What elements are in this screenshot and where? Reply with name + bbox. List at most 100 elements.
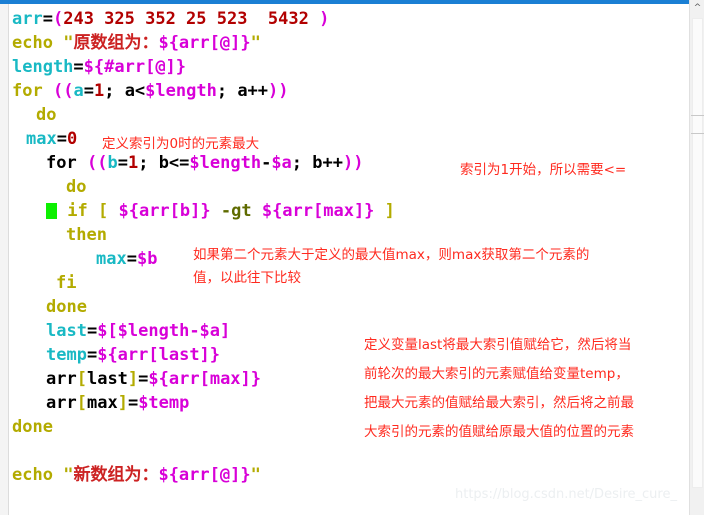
- annotation-if-compare-line1: 如果第二个元素大于定义的最大值max，则max获取第二个元素的: [193, 247, 590, 263]
- token-expansion: ${arr[last]}: [97, 345, 221, 365]
- token-variable: temp: [46, 345, 87, 365]
- token-paren-open: (: [52, 9, 64, 29]
- token-variable: max: [26, 129, 57, 149]
- code-line-17: arr[max]=$temp: [46, 394, 189, 412]
- vertical-scrollbar[interactable]: ^: [689, 0, 704, 515]
- token-var-ref: $b: [136, 249, 158, 269]
- annotation-swap-line2: 前轮次的最大索引的元素赋值给变量temp，: [364, 366, 629, 382]
- token-arith-open: ((: [86, 153, 108, 173]
- token-sep: ;: [138, 153, 159, 173]
- token-number: 1: [93, 81, 105, 101]
- token-index: last: [86, 369, 128, 389]
- editor-gutter: [0, 4, 9, 515]
- token-array-name: arr: [46, 369, 77, 389]
- token-string-cn: 新数组为：: [73, 465, 159, 485]
- annotation-swap-line4: 大索引的元素的值赋给原最大值的位置的元素: [364, 424, 634, 440]
- token-increment: b++: [312, 153, 343, 173]
- token-variable: arr: [12, 9, 43, 29]
- code-line-9: if [ ${arr[b]} -gt ${arr[max]} ]: [46, 202, 395, 220]
- token-sep: ;: [104, 81, 125, 101]
- token-number: 0: [66, 129, 78, 149]
- token-operator: =: [86, 345, 98, 365]
- token-keyword-echo: echo: [12, 465, 53, 485]
- token-var-ref: $length: [189, 153, 262, 173]
- token-loop-var: a: [73, 81, 84, 101]
- annotation-swap-line3: 把最大元素的值赋给最大索引，然后将之前最: [364, 395, 634, 411]
- token-array-values: 243 325 352 25 523 5432: [63, 9, 320, 29]
- token-increment: a++: [237, 81, 269, 101]
- token-condition: b<=: [158, 153, 190, 173]
- token-quote-close: ": [250, 465, 261, 485]
- token-expansion: ${arr[max]}: [148, 369, 262, 389]
- token-condition: a<: [124, 81, 146, 101]
- code-line-5: do: [36, 106, 56, 124]
- token-keyword-done: done: [12, 417, 53, 437]
- token-operator: =: [86, 321, 98, 341]
- code-line-16: arr[last]=${arr[max]}: [46, 370, 261, 388]
- token-arith-expansion: $[$length-$a]: [97, 321, 231, 341]
- token-keyword-then: then: [66, 225, 107, 245]
- token-bracket-open: [: [76, 369, 87, 389]
- token-number: 1: [127, 153, 139, 173]
- token-operator: =: [127, 393, 139, 413]
- token-keyword-for: for: [46, 153, 77, 173]
- chevron-up-icon[interactable]: ^: [690, 0, 704, 16]
- token-operator: =: [83, 81, 94, 101]
- token-variable: max: [96, 249, 127, 269]
- token-quote-open: ": [63, 33, 74, 53]
- code-line-11: max=$b: [96, 250, 157, 268]
- token-test-open: [: [97, 201, 109, 221]
- annotation-index-start: 索引为1开始，所以需要<=: [460, 162, 627, 178]
- code-line-20: echo "新数组为：${arr[@]}": [12, 466, 261, 484]
- token-keyword-do: do: [36, 105, 57, 125]
- token-keyword-done: done: [46, 297, 87, 317]
- token-keyword-echo: echo: [12, 33, 53, 53]
- token-paren-close: ): [319, 9, 330, 29]
- annotation-max-init: 定义索引为0时的元素最大: [102, 136, 260, 152]
- token-variable: last: [46, 321, 87, 341]
- annotation-if-compare-line2: 值，以此往下比较: [193, 270, 301, 286]
- token-bracket-close: ]: [117, 393, 128, 413]
- code-line-15: temp=${arr[last]}: [46, 346, 220, 364]
- token-expansion: ${arr[@]}: [158, 33, 251, 53]
- token-sep: ;: [291, 153, 313, 173]
- token-keyword-for: for: [12, 81, 43, 101]
- token-keyword-fi: fi: [56, 273, 77, 293]
- code-line-4: for ((a=1; a<$length; a++)): [12, 82, 289, 100]
- code-line-2: echo "原数组为：${arr[@]}": [12, 34, 261, 52]
- token-bracket-open: [: [76, 393, 87, 413]
- code-content[interactable]: arr=(243 325 352 25 523 5432 ) echo "原数组…: [10, 4, 689, 515]
- token-loop-var: b: [107, 153, 118, 173]
- code-line-6: max=0: [26, 130, 77, 148]
- token-expansion-right: ${arr[max]}: [261, 201, 375, 221]
- token-quote-open: ": [63, 465, 74, 485]
- token-arith-close: )): [343, 153, 364, 173]
- scrollbar-tick: [691, 133, 704, 134]
- annotation-swap-line1: 定义变量last将最大索引值赋给它，然后将当: [364, 337, 632, 353]
- code-editor-window: arr=(243 325 352 25 523 5432 ) echo "原数组…: [0, 0, 704, 515]
- token-keyword-if: if: [67, 201, 88, 221]
- token-arith-close: )): [268, 81, 289, 101]
- token-expansion-left: ${arr[b]}: [118, 201, 211, 221]
- token-var-ref: $length: [145, 81, 217, 101]
- code-line-10: then: [66, 226, 107, 244]
- scrollbar-thumb[interactable]: [692, 18, 703, 488]
- token-test-close: ]: [384, 201, 395, 221]
- code-line-14: last=$[$length-$a]: [46, 322, 230, 340]
- token-sep: ;: [216, 81, 238, 101]
- token-bracket-close: ]: [127, 369, 139, 389]
- token-variable: length: [12, 57, 74, 77]
- token-operator: =: [126, 249, 137, 269]
- watermark-text: https://blog.csdn.net/Desire_cure_: [455, 487, 677, 502]
- token-arith-open: ((: [52, 81, 74, 101]
